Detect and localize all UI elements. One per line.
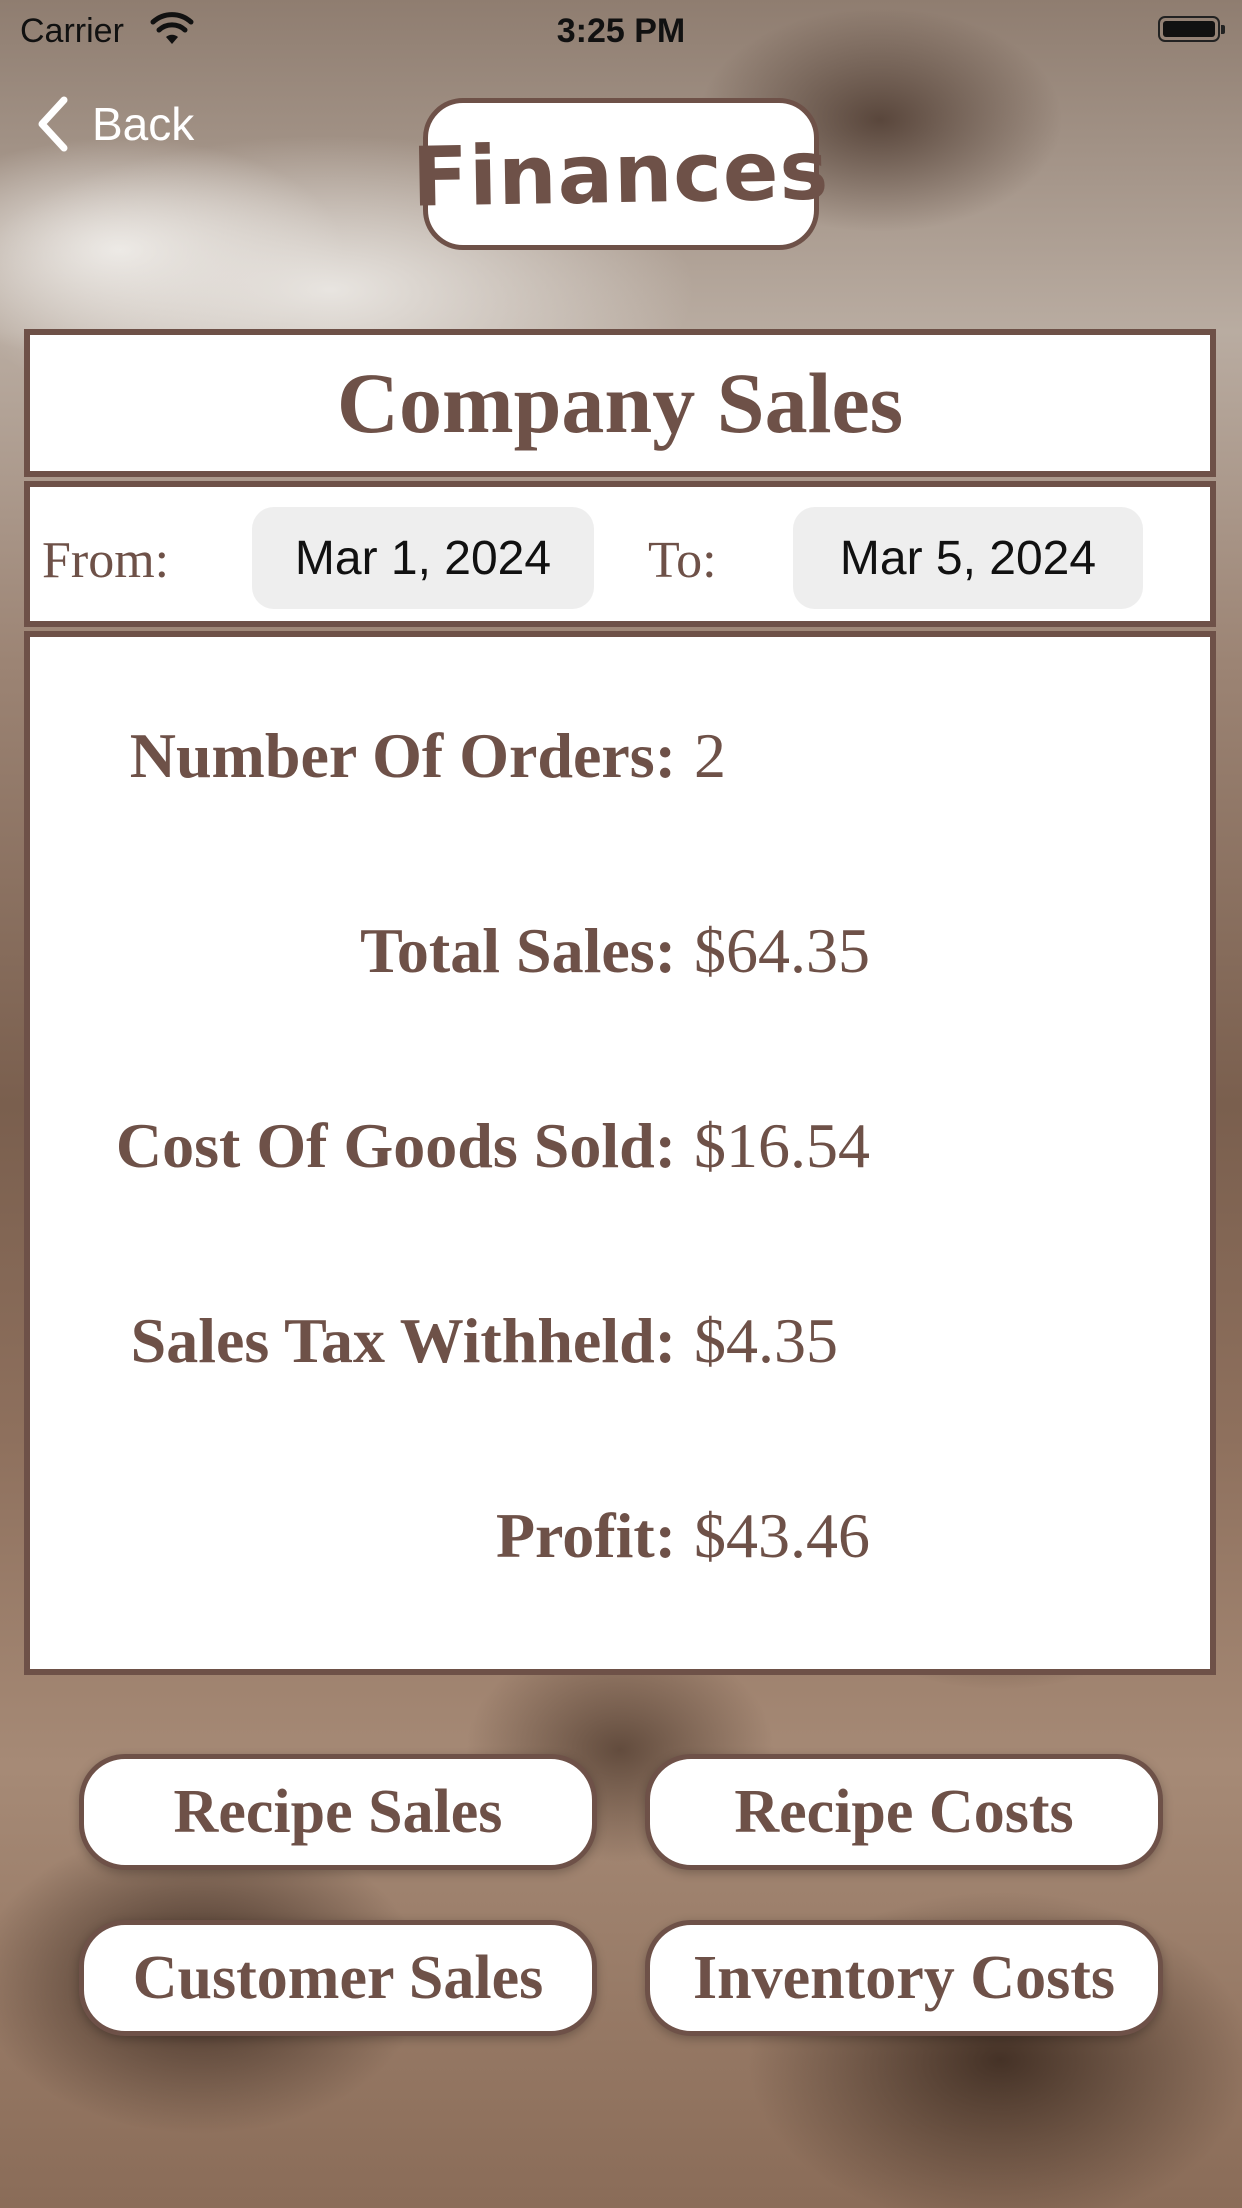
- stat-value: $43.46: [694, 1500, 870, 1571]
- stat-row-sales-tax: Sales Tax Withheld: $4.35: [30, 1304, 1210, 1384]
- inventory-costs-button[interactable]: Inventory Costs: [645, 1920, 1163, 2036]
- back-label: Back: [92, 98, 195, 150]
- stat-label: Profit:: [495, 1500, 676, 1571]
- page-title: Finances: [411, 122, 831, 226]
- back-button[interactable]: Back: [36, 96, 194, 152]
- stat-row-total-sales: Total Sales: $64.35: [30, 914, 1210, 994]
- stat-label: Sales Tax Withheld:: [130, 1305, 676, 1376]
- stat-value: $16.54: [694, 1110, 870, 1181]
- status-bar: Carrier 3:25 PM: [0, 0, 1242, 60]
- date-range-panel: From: Mar 1, 2024 To: Mar 5, 2024: [24, 481, 1216, 627]
- chevron-left-icon: [38, 96, 68, 152]
- battery-icon: [1158, 16, 1225, 42]
- recipe-costs-button[interactable]: Recipe Costs: [645, 1754, 1163, 1870]
- stat-value: 2: [694, 720, 726, 791]
- sales-heading: Company Sales: [336, 355, 904, 451]
- stat-label: Total Sales:: [360, 915, 676, 986]
- stat-label: Cost Of Goods Sold:: [115, 1110, 676, 1181]
- sales-heading-panel: Company Sales: [24, 329, 1216, 477]
- stat-row-cogs: Cost Of Goods Sold: $16.54: [30, 1109, 1210, 1189]
- from-label: From:: [42, 532, 170, 589]
- stat-row-profit: Profit: $43.46: [30, 1499, 1210, 1579]
- to-label: To:: [648, 532, 717, 589]
- stat-value: $64.35: [694, 915, 870, 986]
- stat-row-orders: Number Of Orders: 2: [30, 719, 1210, 799]
- page-title-box: Finances: [412, 98, 830, 250]
- from-date-picker[interactable]: Mar 1, 2024: [252, 507, 594, 609]
- customer-sales-button[interactable]: Customer Sales: [79, 1920, 597, 2036]
- stat-label: Number Of Orders:: [129, 720, 676, 791]
- sales-stats-panel: Number Of Orders: 2 Total Sales: $64.35 …: [24, 631, 1216, 1675]
- recipe-sales-button[interactable]: Recipe Sales: [79, 1754, 597, 1870]
- stat-value: $4.35: [694, 1305, 838, 1376]
- to-date-picker[interactable]: Mar 5, 2024: [793, 507, 1143, 609]
- status-time: 3:25 PM: [556, 12, 686, 50]
